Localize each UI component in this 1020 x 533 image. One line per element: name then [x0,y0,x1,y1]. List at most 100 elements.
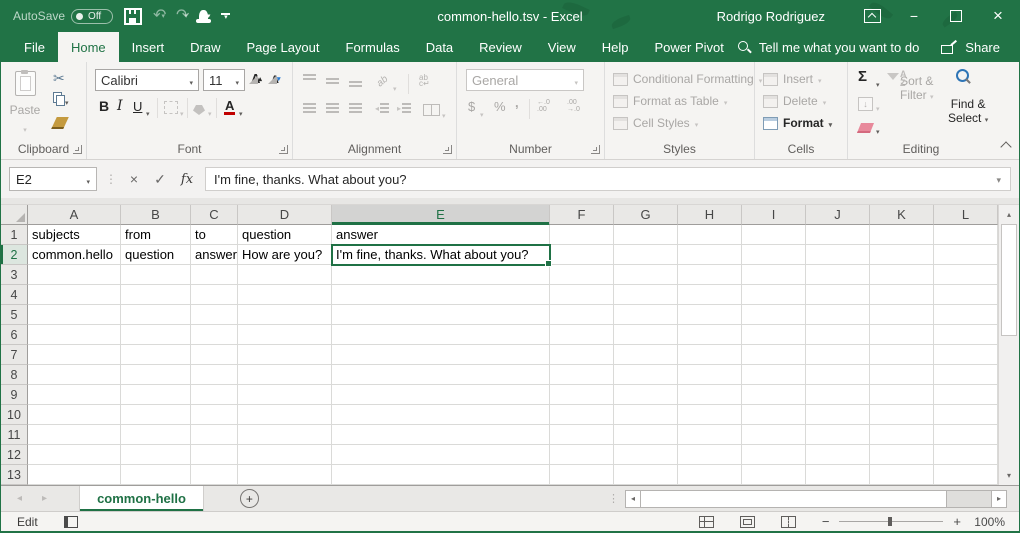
cell-J9[interactable] [806,385,870,405]
cell-J8[interactable] [806,365,870,385]
cell-D3[interactable] [238,265,332,285]
cell-H2[interactable] [678,245,742,265]
vertical-scrollbar[interactable]: ▴ ▾ [998,205,1019,485]
vertical-scroll-thumb[interactable] [1001,224,1017,336]
cell-K11[interactable] [870,425,934,445]
row-header-5[interactable]: 5 [1,305,28,325]
scroll-up-icon[interactable]: ▴ [999,210,1019,219]
cell-I12[interactable] [742,445,806,465]
column-header-A[interactable]: A [28,205,121,225]
cell-H6[interactable] [678,325,742,345]
cell-E10[interactable] [332,405,550,425]
cell-A5[interactable] [28,305,121,325]
cell-J12[interactable] [806,445,870,465]
cell-L2[interactable] [934,245,998,265]
grow-font-button[interactable]: A▴ [251,71,260,86]
page-layout-view-button[interactable] [740,516,755,528]
row-header-2[interactable]: 2 [1,245,28,265]
insert-function-button[interactable]: fx [177,172,197,187]
cell-I7[interactable] [742,345,806,365]
cell-E8[interactable] [332,365,550,385]
column-header-E[interactable]: E [332,205,550,225]
cell-C12[interactable] [191,445,238,465]
tab-insert[interactable]: Insert [119,32,178,62]
cell-C5[interactable] [191,305,238,325]
save-icon[interactable] [124,8,142,25]
cell-I10[interactable] [742,405,806,425]
cell-F9[interactable] [550,385,614,405]
cancel-button[interactable]: × [125,171,143,187]
cell-J7[interactable] [806,345,870,365]
cell-G12[interactable] [614,445,678,465]
cell-B12[interactable] [121,445,191,465]
sheet-tab-common-hello[interactable]: common-hello [79,486,204,511]
cell-H8[interactable] [678,365,742,385]
cell-G5[interactable] [614,305,678,325]
cell-E5[interactable] [332,305,550,325]
alignment-dialog-launcher[interactable] [443,145,452,154]
cell-D13[interactable] [238,465,332,485]
column-header-K[interactable]: K [870,205,934,225]
cell-K9[interactable] [870,385,934,405]
cell-J3[interactable] [806,265,870,285]
cell-D2[interactable]: How are you? [238,245,332,265]
cell-L5[interactable] [934,305,998,325]
row-header-7[interactable]: 7 [1,345,28,365]
cell-E11[interactable] [332,425,550,445]
cell-L3[interactable] [934,265,998,285]
cell-K3[interactable] [870,265,934,285]
cell-I13[interactable] [742,465,806,485]
cell-L8[interactable] [934,365,998,385]
cell-C11[interactable] [191,425,238,445]
normal-view-button[interactable] [699,516,714,528]
cell-E3[interactable] [332,265,550,285]
cell-F3[interactable] [550,265,614,285]
formula-bar-grip[interactable]: ⋮ [105,172,117,186]
cell-B3[interactable] [121,265,191,285]
cell-B4[interactable] [121,285,191,305]
cell-D11[interactable] [238,425,332,445]
cell-C3[interactable] [191,265,238,285]
cell-G4[interactable] [614,285,678,305]
cell-C8[interactable] [191,365,238,385]
enter-button[interactable]: ✓ [151,171,169,188]
close-button[interactable]: × [977,0,1019,32]
zoom-slider-thumb[interactable] [888,517,892,526]
cell-J1[interactable] [806,225,870,245]
column-header-I[interactable]: I [742,205,806,225]
horizontal-scroll-thumb[interactable] [641,490,947,508]
clear-dropdown[interactable] [876,121,880,139]
row-header-3[interactable]: 3 [1,265,28,285]
tab-home[interactable]: Home [58,32,119,62]
cell-B11[interactable] [121,425,191,445]
cell-I8[interactable] [742,365,806,385]
cell-D5[interactable] [238,305,332,325]
tab-help[interactable]: Help [589,32,642,62]
cell-L10[interactable] [934,405,998,425]
formula-input[interactable]: I'm fine, thanks. What about you? ▾ [205,167,1011,191]
cell-A9[interactable] [28,385,121,405]
shrink-font-button[interactable]: A▾ [271,74,279,86]
cell-A1[interactable]: subjects [28,225,121,245]
row-header-1[interactable]: 1 [1,225,28,245]
column-header-J[interactable]: J [806,205,870,225]
cell-A10[interactable] [28,405,121,425]
cell-C2[interactable]: answer [191,245,238,265]
cell-C6[interactable] [191,325,238,345]
cell-I4[interactable] [742,285,806,305]
column-header-F[interactable]: F [550,205,614,225]
cell-B5[interactable] [121,305,191,325]
cell-G8[interactable] [614,365,678,385]
autosum-button[interactable]: Σ [858,68,867,85]
cell-C4[interactable] [191,285,238,305]
zoom-percentage[interactable]: 100% [971,515,1005,529]
cell-D10[interactable] [238,405,332,425]
tab-data[interactable]: Data [413,32,466,62]
tab-view[interactable]: View [535,32,589,62]
cell-J5[interactable] [806,305,870,325]
tab-formulas[interactable]: Formulas [333,32,413,62]
zoom-in-button[interactable]: + [953,514,961,529]
cell-L13[interactable] [934,465,998,485]
cell-A11[interactable] [28,425,121,445]
cell-D9[interactable] [238,385,332,405]
